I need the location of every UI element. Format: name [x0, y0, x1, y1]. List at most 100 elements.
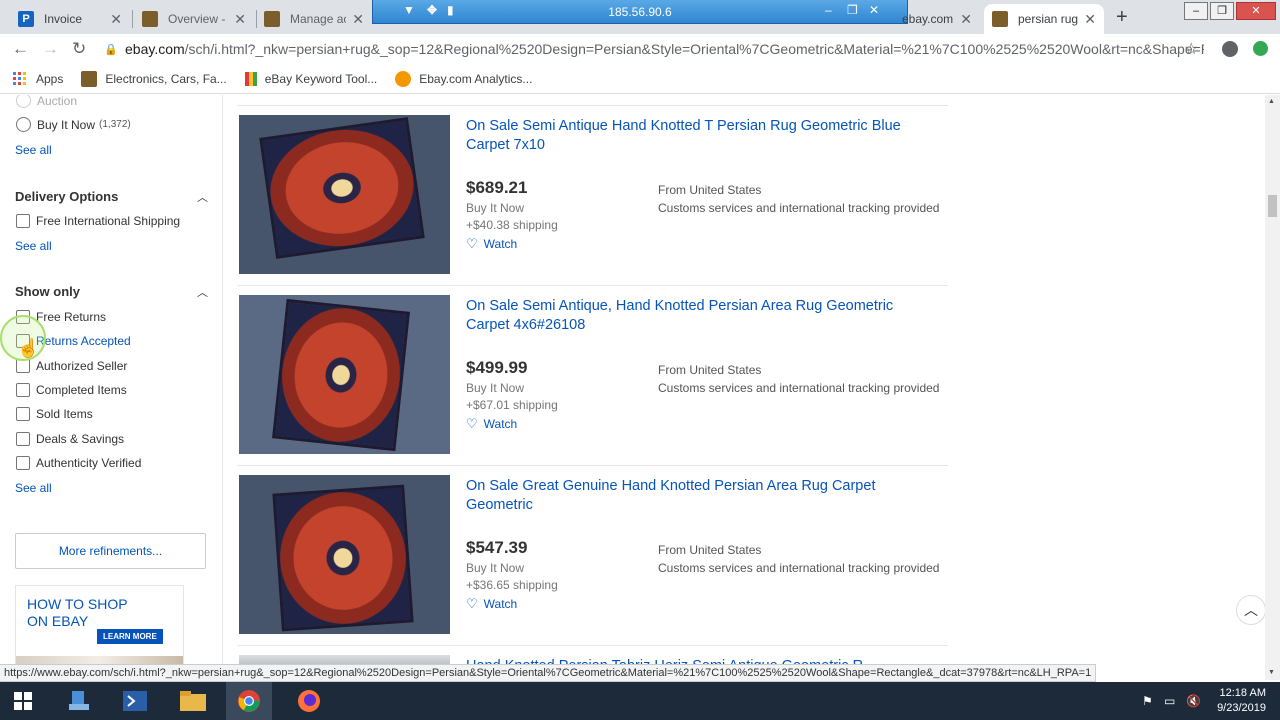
bookmark-apps[interactable]: Apps	[0, 72, 63, 86]
listing-item[interactable]: On Sale Semi Antique Hand Knotted T Pers…	[238, 95, 948, 275]
more-refinements-button[interactable]: More refinements...	[15, 533, 206, 569]
delivery-options-heading[interactable]: Delivery Options ︿	[15, 189, 208, 204]
checkbox[interactable]	[16, 456, 30, 470]
tab-label: Manage acti	[290, 12, 346, 26]
restore-icon[interactable]: ❐	[847, 3, 858, 17]
bookmark-electronics[interactable]: Electronics, Cars, Fa...	[81, 70, 227, 87]
tab-overview[interactable]: Overview - e ✕	[134, 4, 254, 34]
forward-arrow-icon[interactable]: →	[42, 39, 59, 59]
address-bar[interactable]: 🔒 ebay.com/sch/i.html?_nkw=persian+rug&_…	[104, 36, 1204, 62]
filter-authorized-seller[interactable]: Authorized Seller	[16, 359, 127, 373]
network-icon[interactable]: ▭	[1164, 694, 1175, 708]
window-restore-button[interactable]: ❐	[1210, 2, 1234, 20]
bookmark-star-icon[interactable]: ☆	[1184, 39, 1198, 59]
close-icon[interactable]: ✕	[869, 3, 879, 17]
tab-ebay-analytics[interactable]: ebay.com A ✕	[880, 4, 980, 34]
url-host: ebay.com	[125, 41, 185, 57]
learn-more-button[interactable]: LEARN MORE	[97, 629, 163, 644]
see-all-link[interactable]: See all	[15, 481, 52, 495]
url-text: ebay.com/sch/i.html?_nkw=persian+rug&_so…	[125, 41, 1204, 57]
firefox-icon[interactable]	[286, 682, 332, 720]
filter-completed-items[interactable]: Completed Items	[16, 383, 127, 397]
chevron-up-icon[interactable]: ︿	[197, 284, 208, 300]
listing-title-link[interactable]: On Sale Semi Antique Hand Knotted T Pers…	[466, 117, 936, 155]
listing-title-link[interactable]: On Sale Semi Antique, Hand Knotted Persi…	[466, 297, 936, 335]
watch-button[interactable]: ♡ Watch	[466, 416, 517, 432]
filter-buy-it-now[interactable]: Buy It Now (1,372)	[16, 117, 131, 132]
see-all-link[interactable]: See all	[15, 239, 52, 253]
listing-format: Buy It Now	[466, 561, 525, 575]
system-clock[interactable]: 12:18 AM 9/23/2019	[1217, 686, 1266, 716]
powershell-icon[interactable]	[112, 682, 158, 720]
radio-button[interactable]	[16, 95, 31, 108]
filter-deals-savings[interactable]: Deals & Savings	[16, 432, 124, 446]
back-arrow-icon[interactable]: ←	[12, 39, 29, 59]
volume-muted-icon[interactable]: 🔇	[1186, 694, 1201, 708]
radio-button[interactable]	[16, 117, 31, 132]
window-minimize-button[interactable]: –	[1184, 2, 1208, 20]
listing-image[interactable]	[239, 475, 450, 634]
profile-avatar-icon[interactable]	[1222, 41, 1238, 57]
extension-icon[interactable]	[1253, 41, 1268, 56]
filter-authenticity-verified[interactable]: Authenticity Verified	[16, 456, 141, 470]
file-explorer-icon[interactable]	[170, 682, 216, 720]
windows-start-icon[interactable]	[0, 682, 46, 720]
tab-persian-rug[interactable]: persian rug ✕	[984, 4, 1104, 34]
refinement-sidebar: Auction Buy It Now (1,372) See all Deliv…	[0, 95, 223, 680]
scrollbar-thumb[interactable]	[1268, 195, 1277, 217]
filter-sold-items[interactable]: Sold Items	[16, 407, 93, 421]
close-icon[interactable]: ✕	[1084, 11, 1096, 28]
listing-image[interactable]	[239, 115, 450, 274]
listing-item[interactable]: On Sale Semi Antique, Hand Knotted Persi…	[238, 275, 948, 455]
close-icon[interactable]: ✕	[960, 11, 972, 28]
listing-shipping: +$40.38 shipping	[466, 218, 558, 232]
filter-free-international-shipping[interactable]: Free International Shipping	[16, 214, 180, 228]
listing-price: $689.21	[466, 178, 528, 197]
minimize-icon[interactable]: –	[825, 3, 832, 17]
tab-label: Invoice	[44, 12, 83, 26]
show-only-heading[interactable]: Show only ︿	[15, 284, 208, 299]
lock-icon: 🔒	[104, 44, 118, 56]
clock-date: 9/23/2019	[1217, 702, 1266, 714]
listing-title-link[interactable]: On Sale Great Genuine Hand Knotted Persi…	[466, 477, 936, 515]
checkbox[interactable]	[16, 383, 30, 397]
bookmark-label: Ebay.com Analytics...	[419, 71, 533, 86]
close-icon[interactable]: ✕	[234, 11, 246, 28]
rug-image	[272, 484, 414, 632]
listing-origin: From United States	[658, 543, 762, 557]
browser-tab-strip: P Invoice ✕ Overview - e ✕ Manage acti ✕…	[0, 0, 1280, 34]
link-status-bar: https://www.ebay.com/sch/i.html?_nkw=per…	[0, 664, 1097, 682]
window-close-button[interactable]: ✕	[1236, 2, 1276, 20]
filter-label: Deals & Savings	[36, 432, 125, 446]
bookmark-analytics[interactable]: Ebay.com Analytics...	[395, 70, 533, 87]
filter-auction[interactable]: Auction	[16, 95, 77, 108]
rug-image	[259, 117, 425, 259]
scroll-down-arrow-icon[interactable]: ▼	[1268, 669, 1275, 676]
reload-icon[interactable]: ↻	[72, 39, 86, 59]
close-icon[interactable]: ✕	[352, 11, 364, 28]
chrome-icon[interactable]	[226, 682, 272, 720]
scroll-up-arrow-icon[interactable]: ▲	[1268, 98, 1275, 105]
back-to-top-button[interactable]: ︿	[1236, 595, 1266, 625]
page-scrollbar[interactable]: ▲ ▼	[1265, 95, 1280, 680]
checkbox[interactable]	[16, 432, 30, 446]
tab-invoice[interactable]: P Invoice ✕	[10, 4, 130, 34]
checkbox[interactable]	[16, 359, 30, 373]
checkbox[interactable]	[16, 214, 30, 228]
close-icon[interactable]: ✕	[110, 11, 122, 28]
security-flag-icon[interactable]: ⚑	[1142, 694, 1153, 708]
see-all-link[interactable]: See all	[15, 143, 52, 157]
chevron-up-icon[interactable]: ︿	[197, 189, 208, 205]
checkbox[interactable]	[16, 407, 30, 421]
rug-image	[272, 298, 410, 452]
bookmark-keyword-tool[interactable]: eBay Keyword Tool...	[244, 71, 377, 86]
new-tab-button[interactable]: +	[1116, 6, 1128, 29]
tab-manage-active[interactable]: Manage acti ✕	[256, 4, 372, 34]
section-title: Show only	[15, 284, 80, 299]
listing-item[interactable]: On Sale Great Genuine Hand Knotted Persi…	[238, 455, 948, 635]
computer-icon[interactable]	[56, 682, 102, 720]
listing-customs: Customs services and international track…	[658, 201, 940, 215]
watch-button[interactable]: ♡ Watch	[466, 236, 517, 252]
watch-button[interactable]: ♡ Watch	[466, 596, 517, 612]
listing-image[interactable]	[239, 295, 450, 454]
